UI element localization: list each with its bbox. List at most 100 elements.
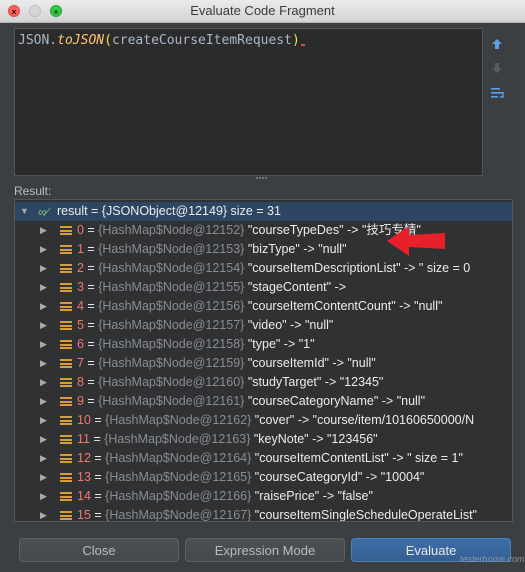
code-editor[interactable]: JSON.toJSON(createCourseItemRequest) — [14, 28, 483, 176]
code-argument: createCourseItemRequest — [111, 33, 292, 48]
collapsed-triangle-icon[interactable]: ▶ — [40, 449, 47, 468]
collapsed-triangle-icon[interactable]: ▶ — [40, 354, 47, 373]
code-open-paren: ( — [104, 33, 112, 48]
entry-index: 3 — [77, 280, 84, 294]
collapsed-triangle-icon[interactable]: ▶ — [40, 392, 47, 411]
collapsed-triangle-icon[interactable]: ▶ — [40, 297, 47, 316]
collapsed-triangle-icon[interactable]: ▶ — [40, 487, 47, 506]
result-entry-row[interactable]: ▶ 6 = {HashMap$Node@12158} "type" -> "1" — [15, 335, 512, 354]
code-method: toJSON — [57, 33, 105, 48]
entry-text: "courseItemContentList" -> " size = 1" — [254, 451, 463, 465]
result-entry-row[interactable]: ▶ 9 = {HashMap$Node@12161} "courseCategor… — [15, 392, 512, 411]
collapsed-triangle-icon[interactable]: ▶ — [40, 373, 47, 392]
entry-equals: = — [83, 356, 99, 370]
result-entry-row[interactable]: ▶ 4 = {HashMap$Node@12156} "courseItemCon… — [15, 297, 512, 316]
entry-text: "keyNote" -> "123456" — [253, 432, 378, 446]
entry-index: 2 — [77, 261, 84, 275]
entry-equals: = — [83, 318, 99, 332]
map-entry-icon — [60, 511, 72, 520]
entry-text: "video" -> "null" — [247, 318, 334, 332]
map-entry-icon — [60, 226, 72, 235]
entry-node: {HashMap$Node@12155} — [98, 280, 245, 294]
entry-equals: = — [90, 470, 106, 484]
entry-node: {HashMap$Node@12165} — [105, 470, 252, 484]
entry-equals: = — [83, 299, 99, 313]
close-button[interactable]: Close — [19, 538, 179, 562]
collapsed-triangle-icon[interactable]: ▶ — [40, 506, 47, 521]
entry-index: 14 — [77, 489, 91, 503]
collapsed-triangle-icon[interactable]: ▶ — [40, 335, 47, 354]
entry-node: {HashMap$Node@12154} — [98, 261, 245, 275]
entry-index: 1 — [77, 242, 84, 256]
entry-index: 5 — [77, 318, 84, 332]
code-prefix: JSON. — [18, 33, 58, 48]
entry-index: 11 — [77, 432, 90, 446]
map-entry-icon — [60, 245, 72, 254]
expression-mode-button[interactable]: Expression Mode — [185, 538, 345, 562]
result-entry-row[interactable]: ▶ 11 = {HashMap$Node@12163} "keyNote" -> … — [15, 430, 512, 449]
history-down-icon[interactable] — [490, 62, 504, 76]
entry-node: {HashMap$Node@12167} — [105, 508, 252, 522]
entry-equals: = — [83, 223, 99, 237]
map-entry-icon — [60, 416, 72, 425]
result-entry-row[interactable]: ▶ 14 = {HashMap$Node@12166} "raisePrice" … — [15, 487, 512, 506]
collapsed-triangle-icon[interactable]: ▶ — [40, 430, 47, 449]
entry-index: 15 — [77, 508, 91, 522]
entry-node: {HashMap$Node@12164} — [105, 451, 252, 465]
result-entry-row[interactable]: ▶ 15 = {HashMap$Node@12167} "courseItemSi… — [15, 506, 512, 522]
entry-index: 9 — [77, 394, 84, 408]
map-entry-icon — [60, 340, 72, 349]
entry-index: 6 — [77, 337, 84, 351]
result-entry-row[interactable]: ▶ 7 = {HashMap$Node@12159} "courseItemId"… — [15, 354, 512, 373]
entry-text: "stageContent" -> — [247, 280, 346, 294]
entry-text: "courseCategoryId" -> "10004" — [254, 470, 425, 484]
result-entry-row[interactable]: ▶ 12 = {HashMap$Node@12164} "courseItemCo… — [15, 449, 512, 468]
collapsed-triangle-icon[interactable]: ▶ — [40, 221, 47, 240]
entry-equals: = — [89, 432, 105, 446]
entry-index: 12 — [77, 451, 91, 465]
map-entry-icon — [60, 378, 72, 387]
result-entry-row[interactable]: ▶ 2 = {HashMap$Node@12154} "courseItemDes… — [15, 259, 512, 278]
expanded-triangle-icon[interactable]: ▼ — [20, 202, 29, 221]
collapsed-triangle-icon[interactable]: ▶ — [40, 278, 47, 297]
map-entry-icon — [60, 492, 72, 501]
entry-text: "courseItemContentCount" -> "null" — [247, 299, 443, 313]
entry-node: {HashMap$Node@12152} — [98, 223, 245, 237]
result-entry-row[interactable]: ▶ 8 = {HashMap$Node@12160} "studyTarget" … — [15, 373, 512, 392]
result-root-row[interactable]: ▼ ∞∕ result = {JSONObject@12149} size = … — [15, 202, 512, 221]
red-arrow-icon — [387, 226, 445, 256]
entry-text: "courseItemId" -> "null" — [247, 356, 376, 370]
map-entry-icon — [60, 302, 72, 311]
result-label: Result: — [14, 184, 52, 198]
collapsed-triangle-icon[interactable]: ▶ — [40, 316, 47, 335]
history-up-icon[interactable] — [490, 38, 504, 52]
entry-equals: = — [83, 261, 99, 275]
code-close-paren: ) — [291, 33, 300, 48]
code-line[interactable]: JSON.toJSON(createCourseItemRequest) — [18, 33, 305, 48]
entry-node: {HashMap$Node@12156} — [98, 299, 245, 313]
result-entry-row[interactable]: ▶ 3 = {HashMap$Node@12155} "stageContent"… — [15, 278, 512, 297]
map-entry-icon — [60, 473, 72, 482]
result-entry-row[interactable]: ▶ 10 = {HashMap$Node@12162} "cover" -> "c… — [15, 411, 512, 430]
collapsed-triangle-icon[interactable]: ▶ — [40, 240, 47, 259]
collapsed-triangle-icon[interactable]: ▶ — [40, 468, 47, 487]
map-entry-icon — [60, 264, 72, 273]
watermark: testerhome.com — [460, 554, 525, 564]
collapsed-triangle-icon[interactable]: ▶ — [40, 259, 47, 278]
result-entry-row[interactable]: ▶ 13 = {HashMap$Node@12165} "courseCatego… — [15, 468, 512, 487]
entry-node: {HashMap$Node@12163} — [104, 432, 251, 446]
code-fragment-mode-icon[interactable] — [490, 86, 504, 100]
entry-equals: = — [90, 451, 106, 465]
result-entry-row[interactable]: ▶ 5 = {HashMap$Node@12157} "video" -> "nu… — [15, 316, 512, 335]
entry-text: "cover" -> "course/item/10160650000/N — [254, 413, 475, 427]
entry-equals: = — [90, 413, 106, 427]
entry-text: "raisePrice" -> "false" — [254, 489, 373, 503]
collapsed-triangle-icon[interactable]: ▶ — [40, 411, 47, 430]
entry-equals: = — [83, 375, 99, 389]
entry-text: "courseItemDescriptionList" -> " size = … — [247, 261, 471, 275]
entry-text: "bizType" -> "null" — [247, 242, 347, 256]
entry-index: 0 — [77, 223, 84, 237]
splitter-handle-icon[interactable] — [255, 175, 269, 182]
result-root-text: result = {JSONObject@12149} size = 31 — [57, 204, 281, 218]
entry-equals: = — [90, 508, 106, 522]
